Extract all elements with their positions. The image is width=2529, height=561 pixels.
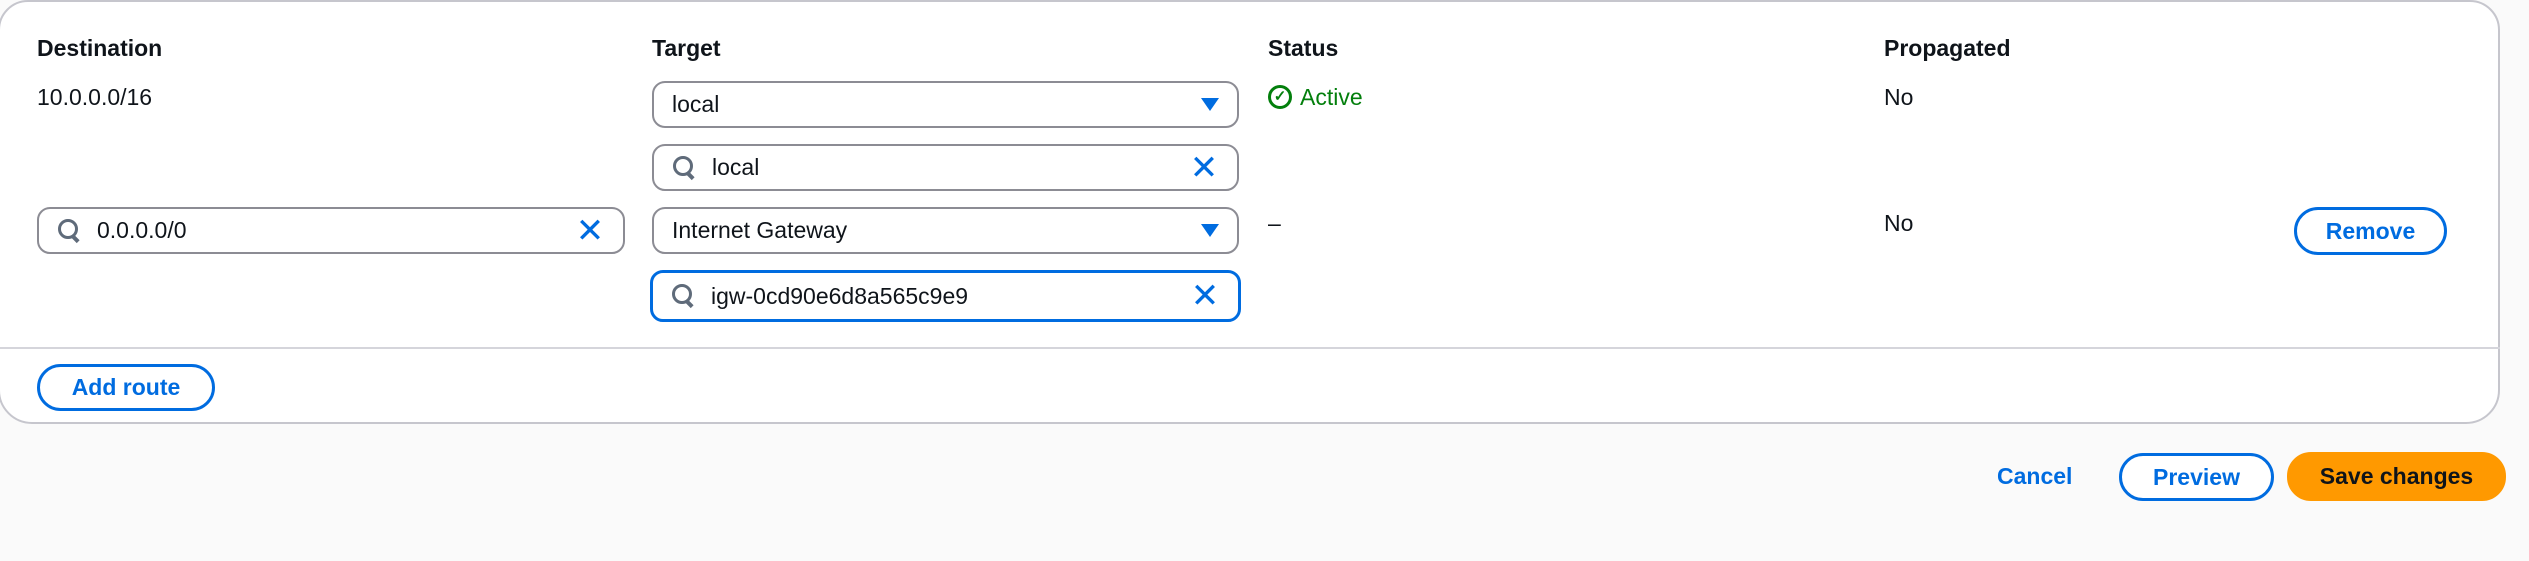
search-icon — [671, 283, 697, 309]
target-type-select[interactable]: local — [652, 81, 1239, 128]
divider — [0, 347, 2500, 349]
cancel-button[interactable]: Cancel — [1997, 462, 2072, 490]
add-route-button[interactable]: Add route — [37, 364, 215, 411]
search-icon — [57, 218, 83, 244]
destination-input-value: 0.0.0.0/0 — [97, 217, 187, 243]
preview-button[interactable]: Preview — [2119, 453, 2274, 501]
remove-button[interactable]: Remove — [2294, 207, 2447, 255]
propagated-value: No — [1884, 84, 1914, 110]
header-status: Status — [1268, 35, 1339, 61]
header-propagated: Propagated — [1884, 35, 2011, 61]
target-search-input[interactable]: igw-0cd90e6d8a565c9e9 ✕ — [650, 270, 1241, 322]
check-circle-icon: ✓ — [1268, 85, 1292, 109]
target-type-value: Internet Gateway — [672, 217, 848, 243]
clear-icon[interactable]: ✕ — [575, 214, 605, 248]
header-destination: Destination — [37, 35, 163, 61]
destination-value: 10.0.0.0/16 — [37, 84, 153, 110]
route-table-card: Destination Target Status Propagated 10.… — [0, 0, 2500, 424]
target-search-input[interactable]: local ✕ — [652, 144, 1239, 191]
status-text: – — [1268, 210, 1281, 236]
status-badge: ✓ Active — [1268, 83, 1363, 111]
target-type-value: local — [672, 91, 720, 117]
caret-down-icon — [1201, 98, 1219, 111]
clear-icon[interactable]: ✕ — [1190, 279, 1220, 313]
target-search-value: local — [712, 154, 760, 180]
search-icon — [672, 155, 698, 181]
propagated-value: No — [1884, 210, 1914, 236]
status-text: Active — [1300, 84, 1363, 110]
header-target: Target — [652, 35, 721, 61]
destination-input[interactable]: 0.0.0.0/0 ✕ — [37, 207, 625, 254]
target-type-select[interactable]: Internet Gateway — [652, 207, 1239, 254]
caret-down-icon — [1201, 224, 1219, 237]
save-changes-button[interactable]: Save changes — [2287, 452, 2506, 501]
target-search-value: igw-0cd90e6d8a565c9e9 — [711, 282, 969, 309]
clear-icon[interactable]: ✕ — [1189, 151, 1219, 185]
